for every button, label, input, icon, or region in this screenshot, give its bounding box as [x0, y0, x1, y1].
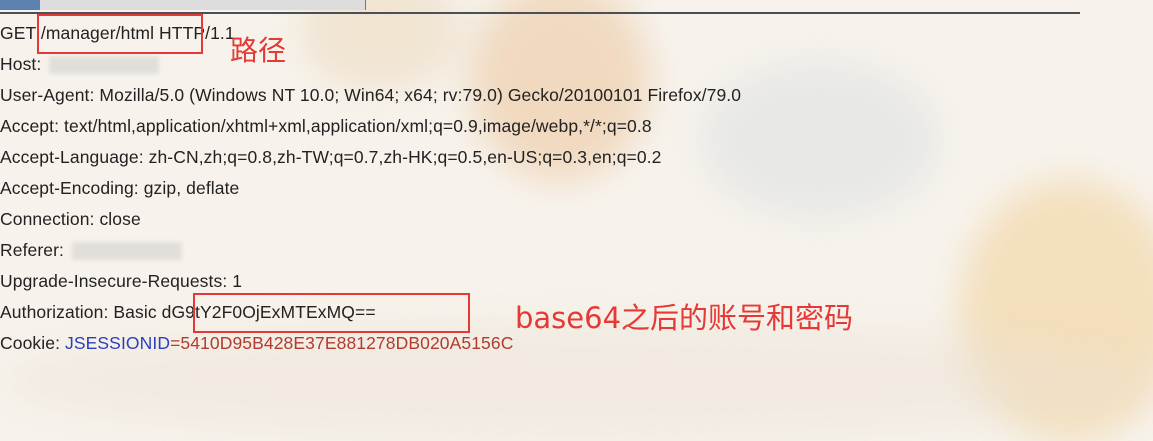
accept-encoding-header: Accept-Encoding: gzip, deflate	[0, 178, 240, 198]
connection-header: Connection: close	[0, 209, 141, 229]
path-annotation: 路径	[230, 34, 287, 67]
cookie-value: 5410D95B428E37E881278DB020A5156C	[180, 333, 514, 353]
request-line: GET /manager/html HTTP/1.1	[0, 23, 235, 43]
upgrade-header: Upgrade-Insecure-Requests: 1	[0, 271, 243, 291]
tab-params[interactable]	[40, 0, 181, 10]
redacted-host	[49, 56, 160, 75]
host-header: Host:	[0, 49, 741, 80]
host-label: Host:	[0, 54, 42, 74]
redacted-referer	[72, 242, 183, 261]
authorization-value: dG9tY2F0OjExMTExMQ==	[161, 302, 376, 322]
auth-annotation: base64之后的账号和密码	[515, 301, 854, 335]
accept-language-header: Accept-Language: zh-CN,zh;q=0.8,zh-TW;q=…	[0, 147, 662, 167]
tab-raw[interactable]	[0, 0, 41, 10]
tab-headers[interactable]	[180, 0, 271, 10]
tab-hex[interactable]	[270, 0, 356, 10]
cookie-name: JSESSIONID	[65, 333, 171, 353]
editor-tab-bar	[0, 0, 1080, 14]
authorization-label: Authorization: Basic	[0, 302, 162, 322]
tab-extra[interactable]	[355, 0, 366, 10]
accept-header: Accept: text/html,application/xhtml+xml,…	[0, 116, 652, 136]
referer-label: Referer:	[0, 240, 65, 260]
cookie-label: Cookie:	[0, 333, 65, 353]
referer-header: Referer:	[0, 235, 741, 266]
user-agent-header: User-Agent: Mozilla/5.0 (Windows NT 10.0…	[0, 85, 742, 105]
cookie-equals: =	[170, 333, 181, 353]
